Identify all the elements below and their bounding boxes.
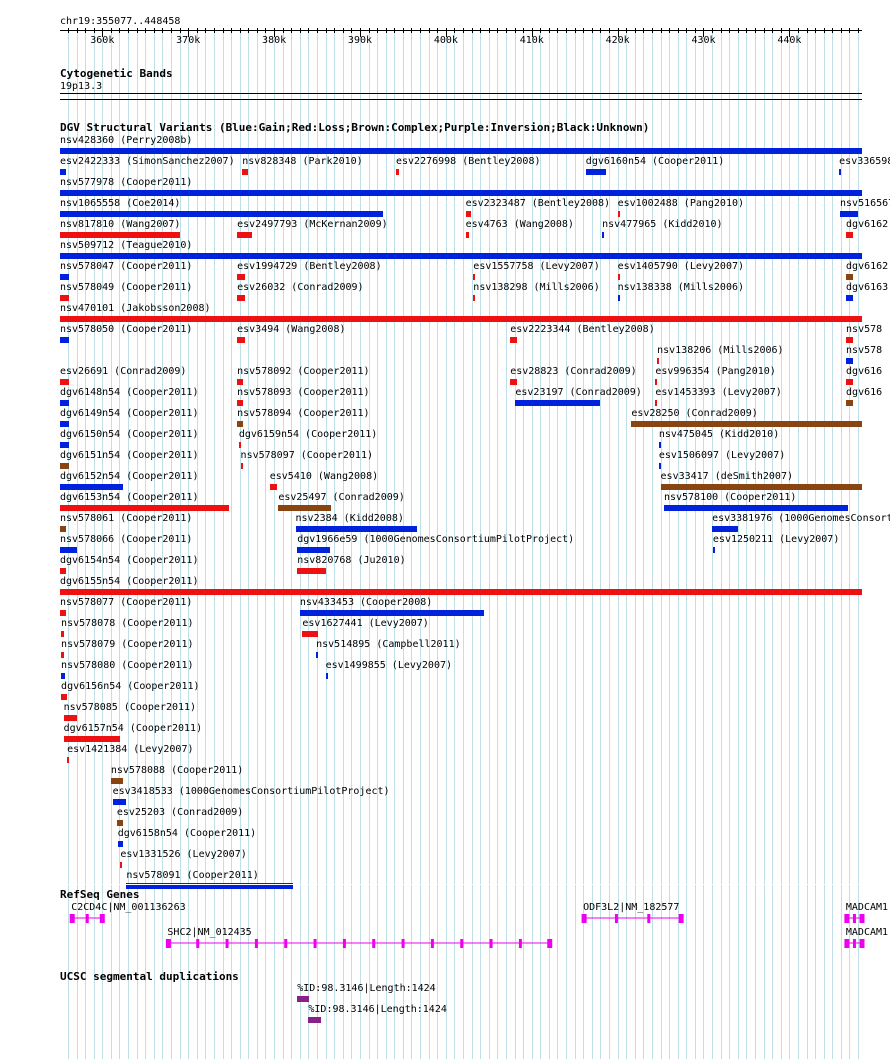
segdup-track-title: UCSC segmental duplications [60, 970, 239, 983]
gene-exon[interactable] [844, 914, 850, 923]
gene-label: MADCAM1 [845, 927, 889, 938]
ruler-tick-label: 430k [691, 35, 716, 46]
gene-exon[interactable] [196, 939, 200, 948]
gene-exon[interactable] [460, 939, 464, 948]
gene-exon[interactable] [614, 914, 618, 923]
refseq-genes [69, 914, 865, 948]
gene-exon[interactable] [225, 939, 229, 948]
gene-exon[interactable] [165, 939, 171, 948]
ruler-tick-label: 410k [519, 35, 544, 46]
gene-exon[interactable] [284, 939, 288, 948]
gene-exon[interactable] [85, 914, 89, 923]
gene-label: C2CD4C|NM_001136263 [71, 902, 186, 913]
gene-exon[interactable] [647, 914, 651, 923]
ruler-tick-label: 380k [262, 35, 287, 46]
gene-exon[interactable] [852, 914, 856, 923]
segdup-label: %ID:98.3146|Length:1424 [297, 983, 436, 994]
gene-exon[interactable] [99, 914, 105, 923]
gene-exon[interactable] [852, 939, 856, 948]
segdup-label: %ID:98.3146|Length:1424 [308, 1004, 447, 1015]
ruler-tick-label: 360k [90, 35, 115, 46]
gene-exon[interactable] [430, 939, 434, 948]
ruler-tick-label: 390k [347, 35, 373, 46]
gene-exon[interactable] [69, 914, 75, 923]
gene-exon[interactable] [678, 914, 684, 923]
gene-exon[interactable] [581, 914, 587, 923]
gene-exon[interactable] [844, 939, 850, 948]
gene-exon[interactable] [401, 939, 405, 948]
gene-exon[interactable] [313, 939, 317, 948]
gene-exon[interactable] [859, 939, 865, 948]
gene-exon[interactable] [254, 939, 258, 948]
ruler-tick-label: 370k [176, 35, 201, 46]
ruler-tick-label: 400k [433, 35, 458, 46]
segdup-bar[interactable] [308, 1017, 322, 1023]
gene-exon[interactable] [518, 939, 522, 948]
ruler-tick-label: 420k [605, 35, 630, 46]
gene-exon[interactable] [547, 939, 553, 948]
gene-exon[interactable] [372, 939, 376, 948]
gene-label: ODF3L2|NM_182577 [583, 902, 680, 913]
gene-exon[interactable] [489, 939, 493, 948]
gene-label: MADCAM1 [845, 902, 889, 913]
ruler-tick-label: 440k [777, 35, 802, 46]
segdup-bar[interactable] [297, 996, 310, 1002]
gene-exon[interactable] [859, 914, 865, 923]
genome-browser-view: chr19:355077..448458 Cytogenetic Bands 1… [0, 0, 890, 1059]
gene-label: SHC2|NM_012435 [167, 927, 252, 938]
gene-exon[interactable] [342, 939, 346, 948]
